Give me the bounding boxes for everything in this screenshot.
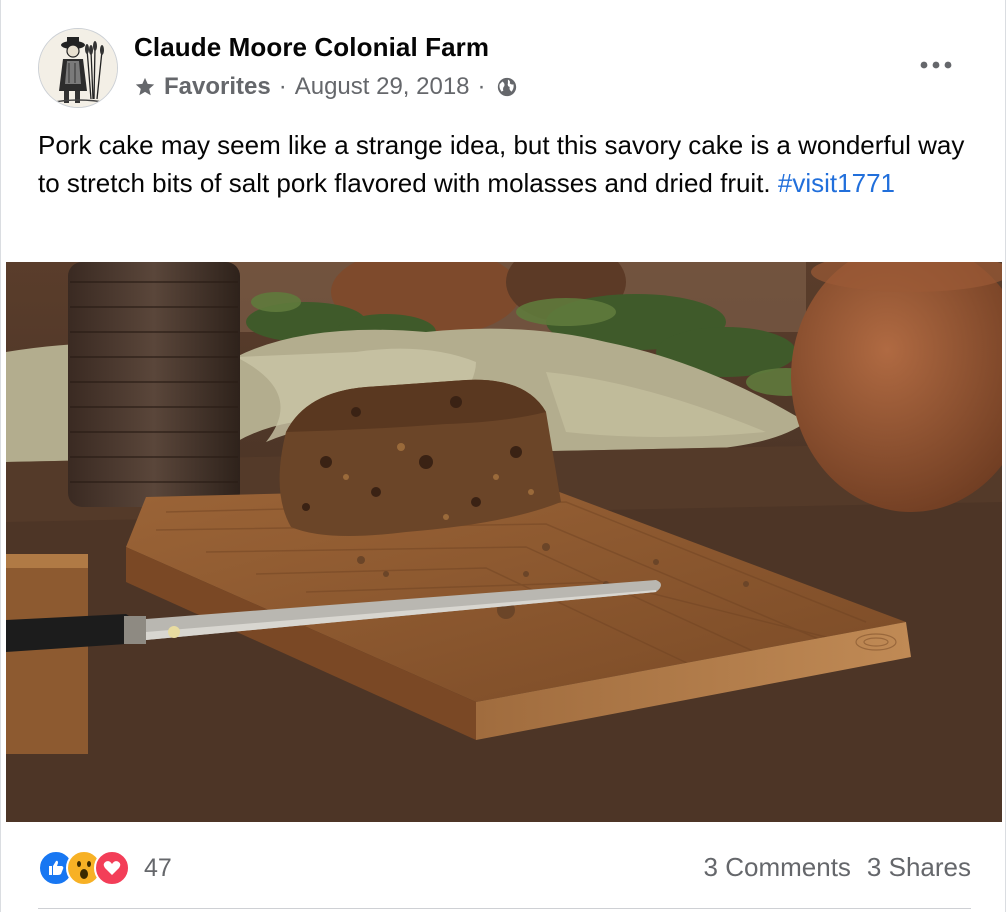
engagement-stats: 3 Comments 3 Shares	[704, 852, 971, 883]
post-meta: Favorites · August 29, 2018 ·	[134, 72, 518, 102]
post-date-link[interactable]: August 29, 2018	[295, 73, 470, 101]
post-photo[interactable]	[6, 262, 1002, 822]
facebook-post: Claude Moore Colonial Farm Favorites · A…	[0, 0, 1006, 912]
more-options-button[interactable]	[911, 48, 961, 82]
globe-icon	[497, 77, 516, 97]
thumbs-up-icon	[49, 860, 64, 875]
page-name-link[interactable]: Claude Moore Colonial Farm	[134, 32, 489, 63]
comments-count-link[interactable]: 3 Comments	[704, 852, 851, 883]
hashtag-link[interactable]: #visit1771	[778, 168, 895, 198]
post-footer: 47 3 Comments 3 Shares	[1, 830, 1005, 912]
footer-divider	[38, 908, 971, 909]
pork-cake-photo	[6, 262, 1002, 822]
meta-separator: ·	[278, 73, 287, 100]
meta-separator: ·	[477, 73, 486, 100]
star-icon	[135, 77, 155, 96]
shares-count-link[interactable]: 3 Shares	[867, 852, 971, 883]
post-header: Claude Moore Colonial Farm Favorites · A…	[1, 0, 1005, 120]
love-reaction-icon	[94, 850, 130, 886]
favorites-label[interactable]: Favorites	[164, 73, 271, 101]
farmer-engraving-icon	[39, 29, 117, 107]
reaction-count: 47	[144, 853, 172, 882]
more-options-icon	[920, 61, 952, 69]
page-avatar[interactable]	[38, 28, 118, 108]
heart-icon	[103, 861, 121, 875]
reactions-summary[interactable]: 47	[38, 848, 172, 888]
post-text: Pork cake may seem like a strange idea, …	[38, 126, 968, 202]
